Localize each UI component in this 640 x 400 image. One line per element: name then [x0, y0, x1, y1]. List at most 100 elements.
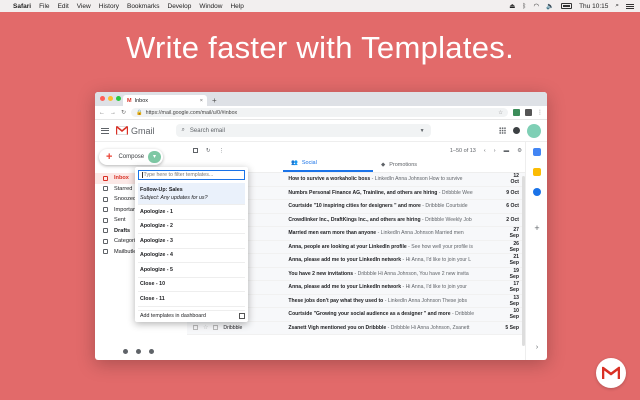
templates-footer[interactable]: Add templates in dashboard [138, 310, 245, 320]
browser-menu-icon[interactable]: ⋮ [537, 109, 543, 116]
wifi-icon[interactable]: ◠ [533, 2, 539, 10]
template-item[interactable]: Close - 10 [138, 278, 245, 292]
search-options-icon[interactable]: ▼ [420, 128, 425, 134]
menu-edit[interactable]: Edit [58, 3, 69, 10]
bluetooth-icon[interactable]: ᛒ [522, 3, 526, 10]
menu-view[interactable]: View [77, 3, 91, 10]
side-panel: + › [525, 142, 547, 360]
templates-toggle-button[interactable]: ▾ [148, 151, 161, 163]
menu-file[interactable]: File [39, 3, 49, 10]
mailbutler-m-icon [602, 366, 620, 379]
select-all-checkbox[interactable] [193, 148, 198, 153]
menu-window[interactable]: Window [199, 3, 222, 10]
eject-icon[interactable]: ⏏ [509, 2, 515, 10]
gmail-m-icon [116, 126, 128, 135]
row-subject: These jobs don't pay what they used to -… [282, 298, 505, 304]
new-tab-button[interactable]: + [212, 96, 217, 105]
browser-tab[interactable]: M Inbox × [123, 95, 207, 106]
zoom-window-button[interactable] [116, 96, 121, 101]
menubar-clock[interactable]: Thu 10:15 [579, 3, 608, 10]
extension-icon[interactable] [513, 109, 520, 116]
search-icon[interactable]: ⌕ [182, 127, 185, 134]
sidebar-item-label: Snoozed [114, 196, 137, 203]
row-subject-text: Anna, please add me to your LinkedIn net… [288, 284, 402, 291]
back-icon[interactable]: ← [99, 110, 105, 116]
row-subject-text: Zsanett Vigh mentioned you on Dribbble [288, 324, 387, 331]
row-preview: - Dribbble Hi Anna Johnson, You have 2 n… [353, 270, 469, 277]
template-item[interactable]: Apologize - 1 [138, 205, 245, 220]
url-text: https://mail.google.com/mail/u/0/#inbox [145, 109, 238, 116]
table-row[interactable]: ☆ Dribbble Zsanett Vigh mentioned you on D… [187, 321, 525, 335]
template-item[interactable]: Apologize - 3 [138, 234, 245, 249]
row-subject-text: Crowdlinker Inc., DraftKings Inc., and o… [288, 216, 421, 223]
calendar-icon[interactable] [533, 148, 541, 156]
menu-develop[interactable]: Develop [168, 3, 192, 10]
clock-icon [103, 196, 108, 202]
templates-filter-input[interactable]: Type here to filter templates... [138, 170, 245, 180]
row-preview: - Dribbble [450, 311, 475, 318]
list-toolbar: ↻ ⋮ 1–50 of 13 ‹ › ▬ ⚙ [187, 142, 525, 159]
row-subject: Zsanett Vigh mentioned you on Dribbble -… [282, 325, 505, 331]
tasks-icon[interactable] [533, 188, 541, 196]
menu-app[interactable]: Safari [13, 3, 31, 10]
apps-grid-icon[interactable] [499, 127, 506, 134]
row-subject: Crowdlinker Inc., DraftKings Inc., and o… [282, 217, 505, 223]
next-page-icon[interactable]: › [494, 148, 496, 154]
search-placeholder: Search email [189, 127, 225, 134]
search-icon[interactable]: ⌕ [615, 2, 619, 10]
menu-help[interactable]: Help [230, 3, 243, 10]
row-checkbox[interactable] [193, 325, 198, 331]
hangouts-icon[interactable] [136, 349, 141, 354]
notification-center-icon[interactable] [626, 3, 634, 10]
template-item-follow-up[interactable]: Follow-Up: Sales Subject: Any updates fo… [138, 183, 245, 205]
forward-icon[interactable]: → [110, 110, 116, 116]
refresh-icon[interactable]: ↻ [206, 148, 211, 154]
browser-tabbar: M Inbox × + [95, 92, 547, 106]
account-icon[interactable] [513, 127, 520, 134]
main-menu-icon[interactable] [101, 126, 109, 135]
tab-promotions[interactable]: ◆ Promotions [373, 162, 463, 172]
expand-panel-icon[interactable]: › [533, 344, 541, 352]
sidebar-item-label: Sent [114, 217, 126, 224]
template-item[interactable]: Close - 11 [138, 292, 245, 307]
reload-icon[interactable]: ↻ [121, 109, 126, 116]
avatar[interactable] [527, 123, 541, 138]
hero-title: Write faster with Templates. [126, 30, 514, 65]
star-icon [103, 186, 108, 192]
bookmark-star-icon[interactable]: ☆ [498, 110, 503, 116]
extension-icon-2[interactable] [525, 109, 532, 116]
minimize-window-button[interactable] [108, 96, 113, 101]
sidebar-item-label: Inbox [114, 175, 129, 182]
search-input[interactable]: ⌕ Search email ▼ [175, 124, 431, 137]
row-preview: - LinkedIn Anna Johnson How to survive [370, 176, 463, 183]
row-subject-text: You have 2 new invitations [288, 270, 354, 277]
more-options-icon[interactable]: ⋮ [219, 148, 225, 154]
template-item[interactable]: Apologize - 4 [138, 249, 245, 263]
row-subject: Married men earn more than anyone - Link… [282, 230, 505, 236]
prev-page-icon[interactable]: ‹ [484, 148, 486, 154]
close-tab-icon[interactable]: × [200, 98, 203, 104]
keyboard-icon[interactable]: ▬ [504, 148, 510, 154]
menu-history[interactable]: History [99, 3, 119, 10]
tab-social[interactable]: 👥 Social [283, 160, 373, 172]
add-addon-icon[interactable]: + [533, 224, 541, 233]
battery-icon[interactable] [561, 3, 573, 9]
row-subject-text: These jobs don't pay what they used to [288, 297, 384, 304]
menu-bookmarks[interactable]: Bookmarks [127, 3, 160, 10]
close-window-button[interactable] [100, 96, 105, 101]
template-subject: Subject: Any updates for us? [140, 194, 208, 201]
phone-icon[interactable] [149, 349, 154, 354]
settings-gear-icon[interactable]: ⚙ [517, 148, 522, 154]
contacts-icon[interactable] [123, 349, 128, 354]
volume-icon[interactable]: 🔈 [546, 2, 554, 10]
send-icon [103, 217, 108, 223]
row-subject: You have 2 new invitations - Dribbble Hi… [282, 271, 505, 277]
edit-templates-icon[interactable] [239, 312, 245, 319]
gmail-logo[interactable]: Gmail [116, 126, 155, 136]
pagination-count: 1–50 of 13 [449, 147, 476, 154]
template-item[interactable]: Apologize - 2 [138, 220, 245, 234]
url-bar[interactable]: 🔒 https://mail.google.com/mail/u/0/#inbo… [131, 108, 508, 117]
keep-icon[interactable] [533, 168, 541, 176]
star-icon[interactable]: ☆ [203, 324, 208, 331]
template-item[interactable]: Apologize - 5 [138, 263, 245, 278]
